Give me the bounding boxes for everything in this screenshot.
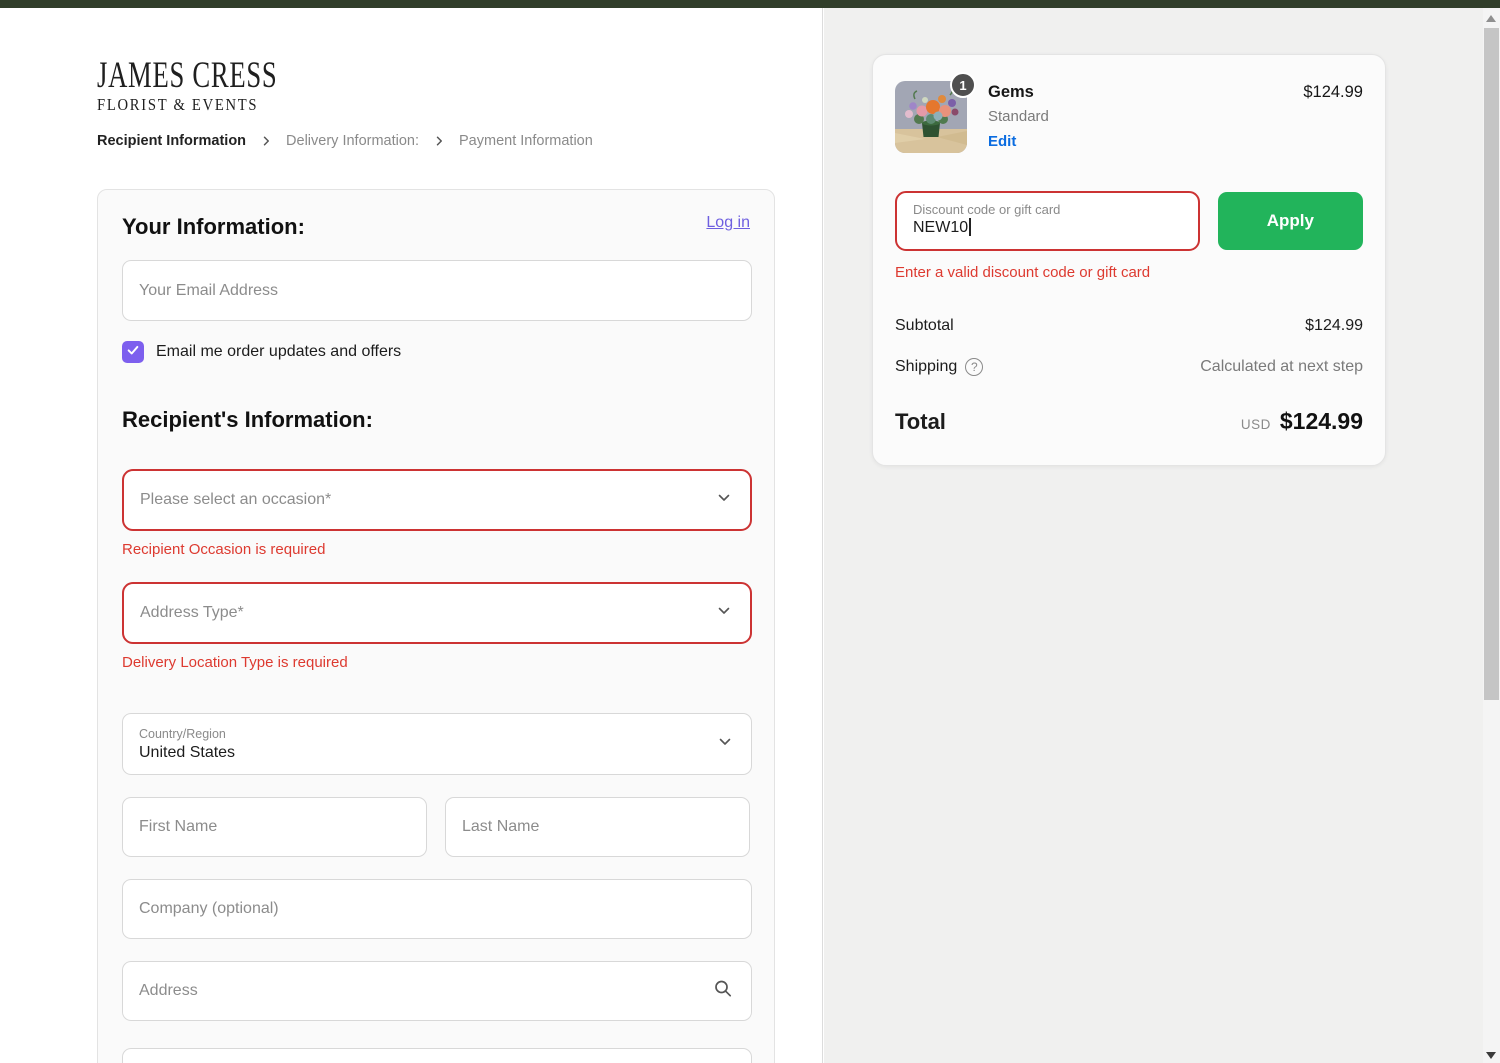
breadcrumb-delivery-information[interactable]: Delivery Information: [286,133,419,149]
total-row: Total USD $124.99 [895,408,1363,435]
breadcrumb-recipient-information[interactable]: Recipient Information [97,133,246,149]
breadcrumb: Recipient Information Delivery Informati… [97,133,593,149]
subtotal-row: Subtotal $124.99 [895,317,1363,335]
subtotal-label: Subtotal [895,317,954,334]
checkout-form-card: Your Information: Log in Email me order … [97,189,775,1063]
product-price: $124.99 [1303,83,1363,101]
store-logo-name: JAMES CRESS [97,55,278,96]
check-icon [126,343,140,362]
quantity-badge: 1 [950,72,976,98]
store-logo[interactable]: JAMES CRESS FLORIST & EVENTS [97,54,348,115]
shipping-value: Calculated at next step [1200,358,1363,375]
email-updates-label: Email me order updates and offers [156,343,402,360]
order-summary-panel: 1 Gems Standard Edit $124.99 Discount co… [824,8,1483,1063]
top-accent-bar [0,0,1500,8]
scroll-up-arrow-icon[interactable] [1486,15,1496,22]
scroll-down-arrow-icon[interactable] [1486,1052,1496,1059]
chevron-right-icon [260,135,272,147]
country-region-value: United States [139,743,236,761]
address-line2-field[interactable] [122,1048,752,1063]
cart-item-row: 1 Gems Standard Edit $124.99 [895,72,1363,153]
subtotal-value: $124.99 [1305,317,1363,334]
scrollbar-thumb[interactable] [1484,28,1499,700]
address-type-select-placeholder: Address Type* [140,604,244,621]
currency-code: USD [1240,417,1271,432]
address-type-error-message: Delivery Location Type is required [122,654,348,671]
discount-code-input[interactable]: Discount code or gift card NEW10 [895,191,1200,251]
country-region-select[interactable]: Country/Region United States [122,713,752,775]
order-summary-card: 1 Gems Standard Edit $124.99 Discount co… [872,54,1386,466]
total-value: $124.99 [1279,408,1363,434]
discount-code-label: Discount code or gift card [913,202,1061,217]
checkout-main-column: JAMES CRESS FLORIST & EVENTS Recipient I… [0,8,823,1063]
store-logo-tagline: FLORIST & EVENTS [97,95,259,114]
discount-error-message: Enter a valid discount code or gift card [895,264,1151,281]
occasion-error-message: Recipient Occasion is required [122,541,326,558]
company-field[interactable] [122,879,752,939]
apply-discount-button[interactable]: Apply [1217,192,1363,250]
discount-code-value: NEW10 [913,219,969,236]
log-in-link[interactable]: Log in [706,214,750,232]
search-icon [712,978,734,1005]
total-label: Total [895,408,946,434]
text-cursor [969,218,971,236]
occasion-select[interactable]: Please select an occasion* [122,469,752,531]
address-field[interactable] [122,961,752,1021]
address-type-select[interactable]: Address Type* [122,582,752,644]
product-variant: Standard [988,108,1049,125]
country-region-label: Country/Region [139,726,226,741]
last-name-field[interactable] [445,797,750,857]
edit-item-link[interactable]: Edit [988,133,1016,150]
email-field[interactable] [122,260,752,321]
vertical-scrollbar[interactable] [1483,8,1500,1063]
chevron-down-icon [716,603,732,624]
your-information-heading: Your Information: [122,214,305,239]
help-icon[interactable]: ? [965,358,984,376]
email-updates-checkbox[interactable] [122,341,144,363]
recipient-information-heading: Recipient's Information: [122,407,373,432]
shipping-label: Shipping [895,358,958,375]
first-name-field[interactable] [122,797,427,857]
shipping-row: Shipping ? Calculated at next step [895,358,1363,376]
chevron-down-icon [716,490,732,511]
breadcrumb-payment-information[interactable]: Payment Information [459,133,593,149]
product-name: Gems [988,83,1034,101]
chevron-down-icon [717,734,733,755]
occasion-select-placeholder: Please select an occasion* [140,491,332,508]
chevron-right-icon [433,135,445,147]
